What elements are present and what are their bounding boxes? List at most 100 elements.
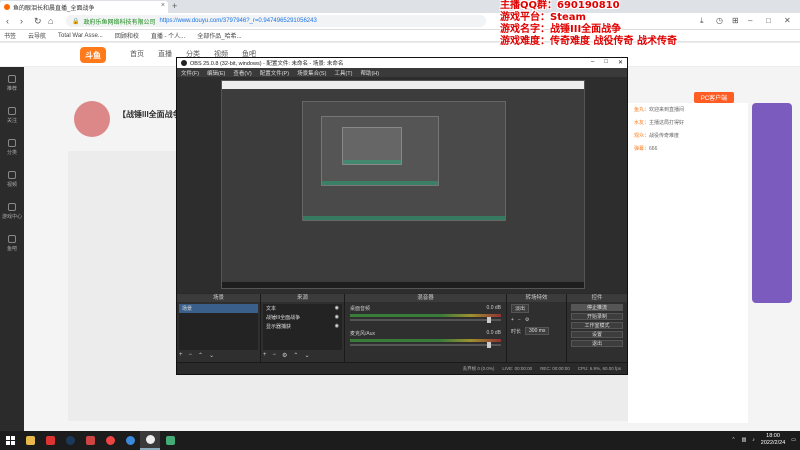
taskbar-app[interactable] (100, 431, 120, 450)
volume-meter (350, 339, 501, 342)
taskbar-explorer[interactable] (20, 431, 40, 450)
start-recording-button[interactable]: 开始录制 (571, 313, 623, 320)
back-icon[interactable]: ‹ (6, 16, 9, 26)
home-icon[interactable]: ⌂ (48, 16, 53, 26)
bookmark-item[interactable]: 回顾和校 (115, 31, 139, 40)
new-tab-button[interactable]: + (172, 1, 177, 11)
add-icon[interactable]: + (263, 352, 267, 360)
add-icon[interactable]: + (179, 352, 183, 360)
rail-item-follow[interactable]: 关注 (0, 99, 24, 131)
sources-dock-title: 来源 (261, 294, 344, 302)
home-icon (8, 75, 16, 83)
overlay-game-line: 游戏名字：战锤III全面战争 (500, 24, 622, 35)
extensions-icon[interactable]: ⊞ (732, 16, 739, 25)
down-icon[interactable]: ⌄ (304, 352, 309, 360)
eye-icon[interactable]: ◉ (335, 305, 339, 312)
start-button[interactable] (0, 431, 20, 450)
maximize-icon[interactable]: □ (604, 59, 608, 66)
chat-message: 水友：主播这局打得好 (634, 120, 685, 126)
dropped-frames-status: 丢弃帧 0 (0.0%) (462, 365, 495, 371)
scene-item[interactable]: 场景 (179, 304, 258, 313)
settings-button[interactable]: 设置 (571, 331, 623, 338)
exit-button[interactable]: 退出 (571, 340, 623, 347)
close-icon[interactable]: × (161, 2, 165, 9)
obs-menubar: 文件(F) 编辑(E) 查看(V) 配置文件(P) 场景集合(S) 工具(T) … (177, 68, 627, 77)
menu-item[interactable]: 查看(V) (233, 69, 251, 77)
promo-banner[interactable] (752, 103, 792, 303)
bookmark-item[interactable]: 直播 - 个人... (151, 31, 185, 40)
overlay-difficulty-line: 游戏难度：传奇难度 战役传奇 战术传奇 (500, 36, 677, 47)
preview-browser-bar (222, 81, 584, 89)
volume-fader[interactable] (350, 317, 501, 323)
remove-icon[interactable]: − (273, 352, 277, 360)
clock[interactable]: 18:00 2022/2/24 (761, 433, 785, 447)
eye-icon[interactable]: ◉ (335, 314, 339, 321)
remove-icon[interactable]: − (518, 317, 521, 323)
up-icon[interactable]: ⌃ (198, 352, 203, 360)
address-bar[interactable]: 🔒 政府乐鱼网络科技有限公司 https://www.douyu.com/379… (66, 15, 486, 27)
close-window-icon[interactable]: ✕ (784, 16, 791, 25)
rail-item-category[interactable]: 分类 (0, 131, 24, 163)
menu-item[interactable]: 编辑(E) (207, 69, 225, 77)
browser-tab[interactable]: 鱼的眼泪长和晨直播_全面战争 × (0, 1, 168, 13)
history-icon[interactable]: ◷ (716, 16, 723, 25)
nav-item[interactable]: 首页 (130, 49, 144, 59)
volume-icon[interactable]: ♪ (752, 437, 755, 443)
rail-item-recommend[interactable]: 推荐 (0, 67, 24, 99)
taskbar-steam[interactable] (60, 431, 80, 450)
obs-preview[interactable] (177, 77, 627, 293)
rail-item-games[interactable]: 游戏中心 (0, 195, 24, 227)
app-icon (105, 436, 115, 445)
taskbar-obs[interactable] (140, 431, 160, 450)
volume-meter (350, 314, 501, 317)
taskbar-app[interactable] (40, 431, 60, 450)
bookmark-item[interactable]: 全部作品_哈希... (197, 31, 241, 40)
reload-icon[interactable]: ↻ (34, 16, 42, 27)
rail-item-video[interactable]: 视频 (0, 163, 24, 195)
menu-item[interactable]: 帮助(H) (360, 69, 379, 77)
douyu-left-rail: 推荐 关注 分类 视频 游戏中心 鱼吧 (0, 67, 24, 431)
menu-item[interactable]: 场景集合(S) (297, 69, 326, 77)
recursive-capture-2 (321, 116, 439, 186)
menu-item[interactable]: 工具(T) (334, 69, 352, 77)
douyu-favicon-icon (4, 4, 10, 10)
duration-input[interactable]: 300 ms (525, 327, 550, 335)
pc-client-button[interactable]: PC客户端 (694, 92, 734, 103)
bookmark-item[interactable]: Total War Asse... (58, 33, 103, 39)
taskbar-browser[interactable] (120, 431, 140, 450)
maximize-icon[interactable]: □ (766, 16, 771, 25)
menu-item[interactable]: 文件(F) (181, 69, 199, 77)
minimize-icon[interactable]: – (748, 16, 752, 25)
rail-item-fishbar[interactable]: 鱼吧 (0, 227, 24, 259)
streamer-avatar[interactable] (74, 101, 110, 137)
chevron-up-icon[interactable]: ⌃ (731, 437, 735, 443)
nav-item[interactable]: 直播 (158, 49, 172, 59)
source-item[interactable]: 文本 ◉ (263, 304, 342, 313)
volume-fader[interactable] (350, 342, 501, 348)
remove-icon[interactable]: − (189, 352, 193, 360)
minimize-icon[interactable]: – (591, 59, 594, 66)
transition-select[interactable]: 淡出 (511, 304, 530, 313)
bookmark-item[interactable]: 书签 (4, 31, 16, 40)
taskbar-app[interactable] (80, 431, 100, 450)
taskbar-app[interactable] (160, 431, 180, 450)
add-icon[interactable]: + (511, 317, 514, 323)
gear-icon[interactable]: ⚙ (282, 352, 287, 360)
forward-icon[interactable]: › (20, 16, 23, 26)
network-icon[interactable]: ▥ (742, 437, 747, 443)
source-item[interactable]: 战锤III全面战争 ◉ (263, 313, 342, 322)
stop-streaming-button[interactable]: 停止推流 (571, 304, 623, 311)
eye-icon[interactable]: ◉ (335, 323, 339, 330)
notification-icon[interactable]: ▭ (791, 437, 796, 443)
bookmark-item[interactable]: 云导航 (28, 31, 46, 40)
douyu-logo[interactable]: 斗鱼 (80, 47, 106, 63)
source-item[interactable]: 显示器捕获 ◉ (263, 322, 342, 331)
up-icon[interactable]: ⌃ (293, 352, 298, 360)
close-icon[interactable]: ✕ (618, 59, 623, 66)
recursive-capture-1 (302, 101, 506, 221)
menu-item[interactable]: 配置文件(P) (260, 69, 289, 77)
gear-icon[interactable]: ⚙ (525, 317, 529, 323)
studio-mode-button[interactable]: 工作室模式 (571, 322, 623, 329)
download-icon[interactable]: ⤓ (700, 16, 704, 26)
down-icon[interactable]: ⌄ (209, 352, 214, 360)
